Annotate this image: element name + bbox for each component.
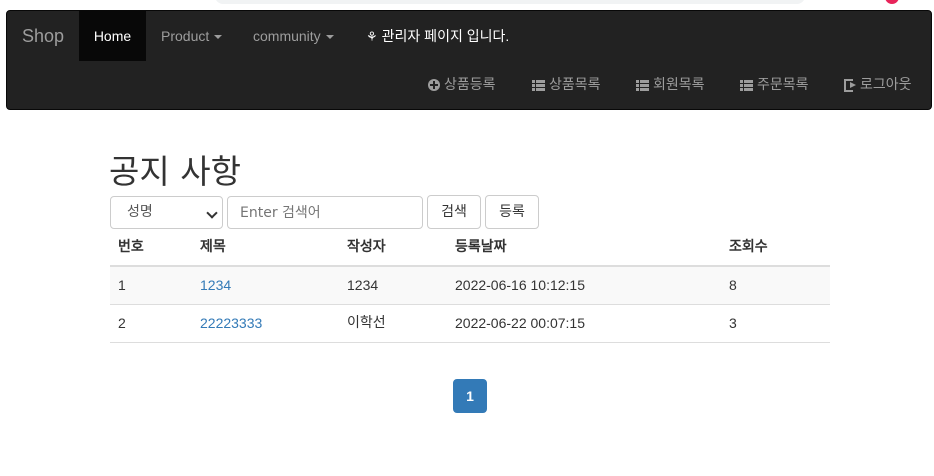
page-title: 공지 사항	[109, 152, 241, 191]
profile-badge	[885, 0, 899, 4]
row-title-link-text[interactable]: 1234	[200, 277, 231, 293]
col-header-title: 제목	[200, 239, 226, 255]
list-icon	[636, 80, 649, 91]
notice-table: 번호 제목 작성자 등록날짜 조회수 1 1234 1234 2022-06-1…	[110, 229, 830, 343]
row-date: 2022-06-22 00:07:15	[455, 315, 585, 331]
nav-product-register-label: 상품등록	[444, 77, 496, 93]
address-bar-edge	[215, 0, 805, 4]
row-date: 2022-06-16 10:12:15	[455, 277, 585, 293]
list-icon	[740, 80, 753, 91]
row-title-link[interactable]: 1234	[200, 267, 231, 304]
col-header-author: 작성자	[347, 239, 386, 255]
nav-product-label: Product	[161, 28, 210, 44]
chevron-down-icon	[206, 207, 218, 219]
search-input[interactable]	[227, 196, 423, 229]
nav-logout-label: 로그아웃	[860, 77, 912, 93]
row-author: 1234	[347, 277, 379, 293]
grain-icon: ⚘	[366, 29, 378, 44]
search-button[interactable]: 검색	[427, 195, 481, 229]
row-author: 이학선	[347, 315, 386, 331]
nav-order-list[interactable]: 주문목록	[740, 61, 809, 109]
row-no: 1	[118, 277, 126, 293]
search-field-select[interactable]: 성명	[110, 196, 223, 229]
plus-circle-icon	[428, 79, 440, 91]
logout-icon	[844, 79, 856, 92]
navbar: Shop Home Product community ⚘ 관리자 페이지 입니다…	[6, 10, 932, 110]
nav-community-label: community	[253, 28, 321, 44]
nav-order-list-label: 주문목록	[757, 77, 809, 93]
col-header-date: 등록날짜	[455, 239, 507, 255]
row-title-link-text[interactable]: 22223333	[200, 315, 262, 331]
table-row: 1 1234 1234 2022-06-16 10:12:15 8	[110, 267, 830, 305]
col-header-views: 조회수	[729, 239, 768, 255]
row-no: 2	[118, 315, 126, 331]
admin-notice-text: 관리자 페이지 입니다.	[381, 28, 510, 44]
row-title-link[interactable]: 22223333	[200, 305, 262, 342]
nav-product-list[interactable]: 상품목록	[532, 61, 601, 109]
nav-product-dropdown[interactable]: Product	[161, 11, 223, 61]
row-views: 3	[729, 315, 737, 331]
row-views: 8	[729, 277, 737, 293]
list-icon	[532, 80, 545, 91]
caret-down-icon	[325, 35, 334, 40]
table-row: 2 22223333 이학선 2022-06-22 00:07:15 3	[110, 305, 830, 343]
browser-top-strip	[0, 0, 934, 9]
admin-notice: ⚘ 관리자 페이지 입니다.	[366, 11, 509, 61]
nav-member-list[interactable]: 회원목록	[636, 61, 705, 109]
caret-down-icon	[214, 35, 223, 40]
nav-member-list-label: 회원목록	[653, 77, 705, 93]
nav-home[interactable]: Home	[79, 11, 146, 61]
table-header: 번호 제목 작성자 등록날짜 조회수	[110, 229, 830, 267]
nav-product-list-label: 상품목록	[549, 77, 601, 93]
register-button[interactable]: 등록	[485, 195, 539, 229]
nav-product-register[interactable]: 상품등록	[428, 61, 496, 109]
col-header-no: 번호	[118, 239, 144, 255]
nav-community-dropdown[interactable]: community	[253, 11, 334, 61]
search-field-select-value: 성명	[127, 204, 153, 220]
nav-logout[interactable]: 로그아웃	[844, 61, 912, 109]
navbar-brand[interactable]: Shop	[22, 11, 64, 61]
pagination-page-1[interactable]: 1	[453, 379, 487, 413]
